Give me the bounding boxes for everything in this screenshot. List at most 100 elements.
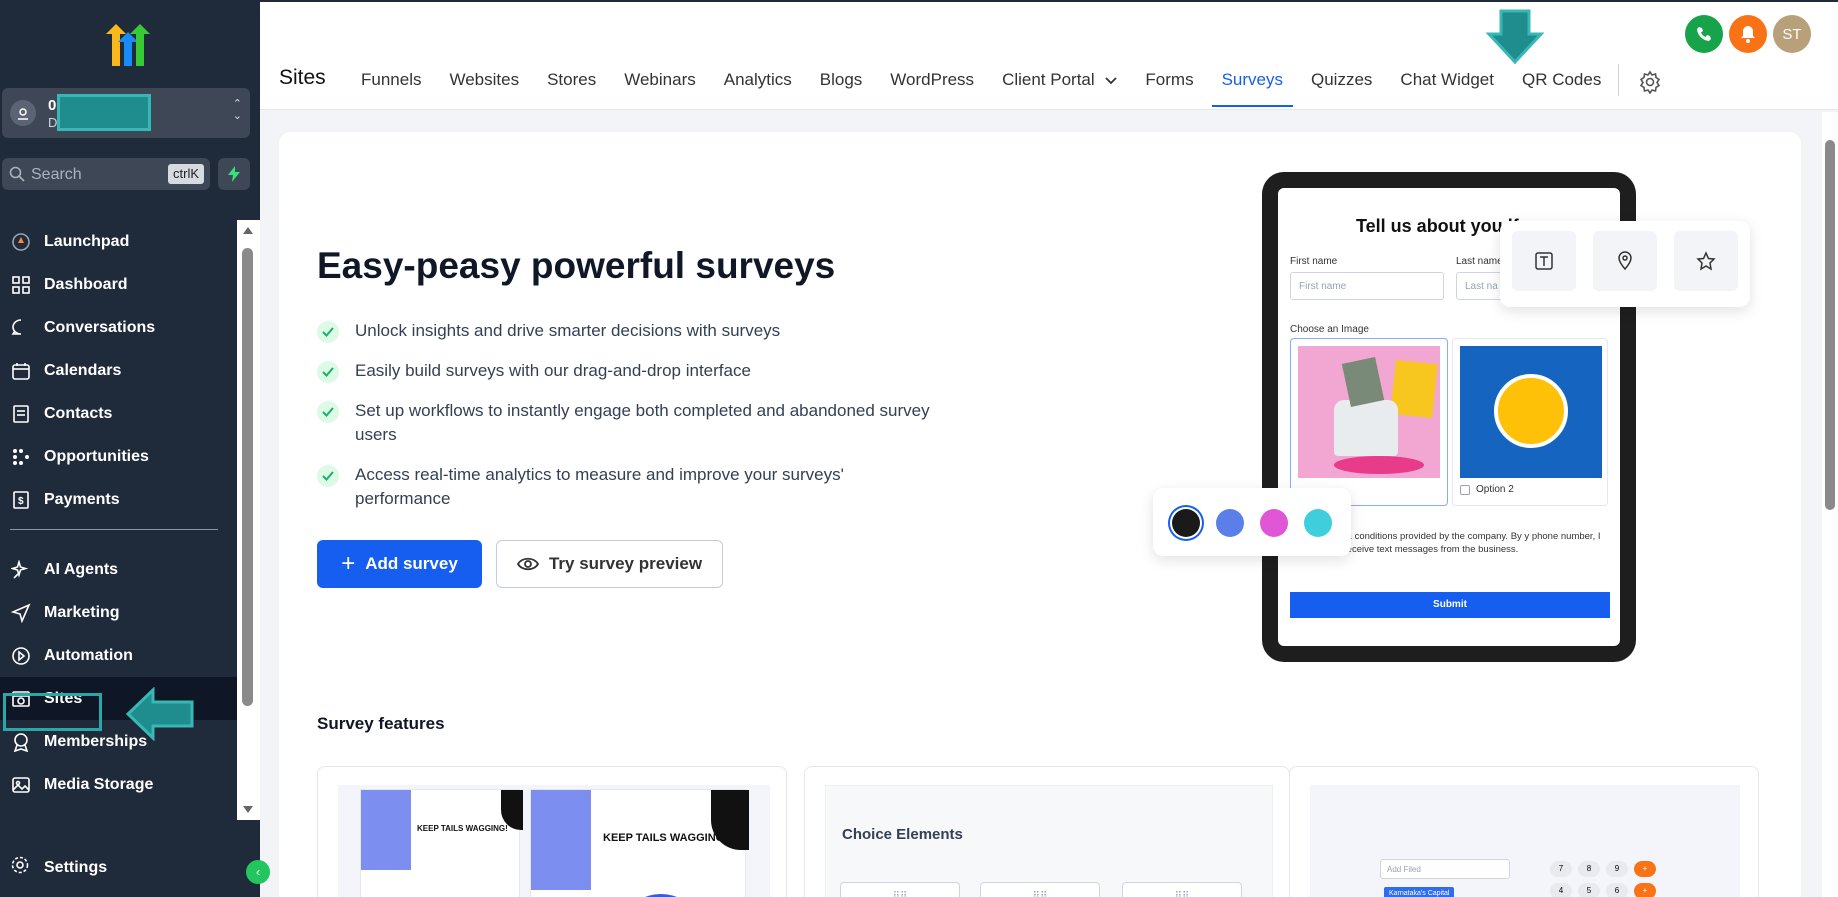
tabs-divider	[1618, 64, 1619, 96]
add-survey-button[interactable]: + Add survey	[317, 540, 482, 588]
mock-image-option-2: Option 2	[1452, 338, 1608, 506]
tab-webinars[interactable]: Webinars	[624, 70, 696, 90]
search-shortcut: ctrlK	[168, 164, 204, 184]
account-switcher[interactable]: 0 D ⌃ ⌄	[2, 88, 250, 138]
app-logo[interactable]	[104, 22, 154, 68]
check-icon	[317, 321, 339, 343]
tab-websites[interactable]: Websites	[449, 70, 519, 90]
survey-features-title: Survey features	[317, 714, 445, 733]
list-item: Access real-time analytics to measure an…	[317, 463, 937, 511]
tab-stores[interactable]: Stores	[547, 70, 596, 90]
bell-icon	[1741, 26, 1755, 43]
tab-qr-codes[interactable]: QR Codes	[1522, 70, 1601, 90]
tab-blogs[interactable]: Blogs	[820, 70, 863, 90]
top-navigation: Sites Funnels Websites Stores Webinars A…	[260, 2, 1838, 110]
color-swatch-cyan	[1304, 509, 1332, 537]
scrollbar-thumb[interactable]	[242, 248, 253, 706]
sidebar-item-opportunities[interactable]: Opportunities	[0, 435, 237, 478]
feature-card-choice-elements: Choice Elements ⠿⠿ ⠿⠿ ⠿⠿	[804, 766, 1290, 897]
sidebar-item-dashboard[interactable]: Dashboard	[0, 263, 237, 306]
contacts-icon	[10, 403, 32, 425]
annotation-arrow-left-icon	[126, 687, 194, 741]
benefits-list: Unlock insights and drive smarter decisi…	[317, 319, 937, 527]
mock-option-2-label: Option 2	[1476, 484, 1514, 495]
quick-action-button[interactable]	[218, 158, 250, 190]
page-scrollbar[interactable]	[1822, 112, 1838, 897]
text-field-icon	[1512, 231, 1576, 291]
redaction-box	[57, 94, 151, 131]
sidebar-item-label: Dashboard	[44, 275, 128, 293]
feature-card-templates: KEEP TAILS WAGGING! KEEP TAILS WAGGING!	[317, 766, 787, 897]
tab-funnels[interactable]: Funnels	[361, 70, 421, 90]
search-box[interactable]: Search ctrlK	[2, 158, 210, 190]
sidebar-item-calendars[interactable]: Calendars	[0, 349, 237, 392]
scroll-up-icon[interactable]	[243, 227, 253, 234]
phone-icon	[1697, 27, 1711, 41]
phone-button[interactable]	[1685, 15, 1723, 53]
avatar[interactable]: ST	[1773, 15, 1811, 53]
sidebar-item-label: Marketing	[44, 603, 120, 621]
key: +	[1634, 883, 1656, 897]
try-survey-preview-button[interactable]: Try survey preview	[496, 540, 723, 588]
annotation-arrow-down-icon	[1486, 9, 1544, 65]
keypad-preview: 7 8 9 + 4 5 6 +	[1550, 861, 1656, 897]
sites-tabs: Funnels Websites Stores Webinars Analyti…	[361, 70, 1629, 107]
account-sub: D	[48, 115, 58, 130]
checkbox	[1460, 485, 1470, 495]
chevron-updown-icon: ⌃ ⌄	[232, 98, 242, 122]
tab-forms[interactable]: Forms	[1145, 70, 1193, 90]
calendar-icon	[10, 360, 32, 382]
tab-analytics[interactable]: Analytics	[724, 70, 792, 90]
tab-wordpress[interactable]: WordPress	[890, 70, 974, 90]
sidebar-item-automation[interactable]: Automation	[0, 634, 237, 677]
opportunities-icon	[10, 446, 32, 468]
mock-form-title: Tell us about you lf	[1356, 216, 1519, 237]
sidebar-item-payments[interactable]: $ Payments	[0, 478, 237, 521]
drag-handle-icon: ⠿⠿	[1122, 882, 1242, 897]
drag-handle-icon: ⠿⠿	[980, 882, 1100, 897]
mock-image-option-1	[1290, 338, 1448, 506]
sidebar: 0 D ⌃ ⌄ Search ctrlK Launchpad Dashboard …	[0, 0, 270, 897]
sidebar-item-launchpad[interactable]: Launchpad	[0, 220, 237, 263]
list-item: Unlock insights and drive smarter decisi…	[317, 319, 937, 343]
key: 7	[1550, 861, 1572, 877]
color-swatch-blue	[1216, 509, 1244, 537]
collapse-sidebar-button[interactable]: ‹	[246, 860, 270, 884]
send-icon	[10, 602, 32, 624]
tab-client-portal[interactable]: Client Portal	[1002, 70, 1118, 90]
mock-submit-button: Submit	[1290, 592, 1610, 618]
ai-sparkle-icon	[10, 559, 32, 581]
color-swatch-black	[1172, 509, 1200, 537]
gear-icon[interactable]	[1638, 70, 1662, 94]
list-item: Set up workflows to instantly engage bot…	[317, 399, 937, 447]
tab-chat-widget[interactable]: Chat Widget	[1400, 70, 1494, 90]
tab-surveys[interactable]: Surveys	[1211, 70, 1294, 107]
sidebar-scrollbar[interactable]	[237, 220, 260, 820]
sites-highlight-box	[3, 693, 102, 731]
dashboard-icon	[10, 274, 32, 296]
tab-label: Client Portal	[1002, 70, 1095, 89]
color-swatch-pink	[1260, 509, 1288, 537]
scroll-down-icon[interactable]	[243, 806, 253, 813]
check-icon	[317, 465, 339, 487]
notifications-button[interactable]	[1729, 15, 1767, 53]
payments-icon: $	[10, 489, 32, 511]
sidebar-item-contacts[interactable]: Contacts	[0, 392, 237, 435]
tab-quizzes[interactable]: Quizzes	[1311, 70, 1372, 90]
sidebar-item-settings[interactable]: Settings	[10, 855, 107, 880]
mock-first-name-input: First name	[1290, 272, 1444, 300]
hero-title: Easy-peasy powerful surveys	[317, 245, 836, 286]
sidebar-item-conversations[interactable]: Conversations	[0, 306, 237, 349]
key: 5	[1578, 883, 1600, 897]
account-name: 0	[48, 97, 57, 114]
address-pin-icon	[1593, 231, 1657, 291]
scrollbar-thumb[interactable]	[1825, 140, 1835, 510]
sidebar-item-marketing[interactable]: Marketing	[0, 591, 237, 634]
search-placeholder: Search	[31, 166, 82, 183]
star-icon	[1674, 231, 1738, 291]
tag-preview: Karnataka's Capital	[1384, 887, 1455, 897]
search-icon	[9, 166, 25, 182]
orange-image	[1460, 346, 1602, 478]
sidebar-item-ai-agents[interactable]: AI Agents	[0, 548, 237, 591]
sidebar-item-media-storage[interactable]: Media Storage	[0, 763, 237, 806]
